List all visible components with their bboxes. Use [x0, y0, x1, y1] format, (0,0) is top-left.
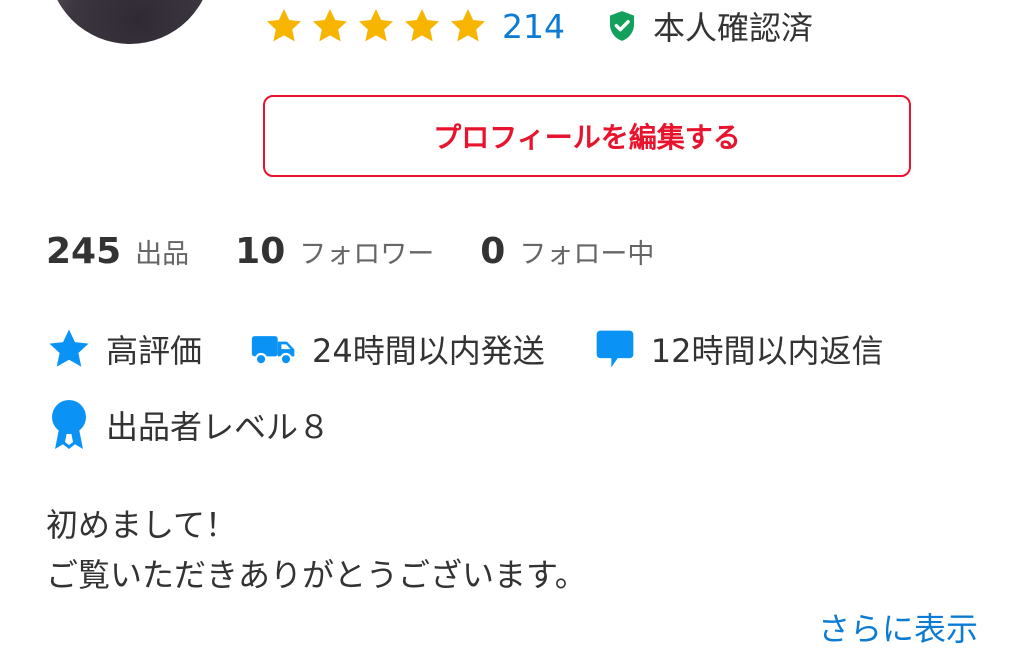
- profile-stats: 245 出品 10 フォロワー 0 フォロー中: [46, 226, 700, 276]
- verified-badge: 本人確認済: [605, 3, 813, 49]
- edit-profile-button[interactable]: プロフィールを編集する: [263, 95, 911, 177]
- badge-label: 出品者レベル８: [106, 408, 331, 446]
- chat-bubble-icon: [593, 327, 637, 371]
- badge-fast-reply: 12時間以内返信: [593, 326, 884, 372]
- rating-row: 214 本人確認済: [264, 4, 813, 48]
- badge-fast-shipping: 24時間以内発送: [250, 326, 545, 372]
- verified-label: 本人確認済: [653, 9, 814, 47]
- shield-check-icon: [605, 9, 639, 43]
- stat-label: フォロワー: [299, 238, 435, 270]
- star-icon: [264, 6, 304, 46]
- stat-label: 出品: [135, 238, 190, 270]
- stat-followers[interactable]: 10 フォロワー: [235, 231, 434, 272]
- star-icon: [46, 326, 92, 372]
- star-icon: [448, 6, 488, 46]
- stat-label: フォロー中: [519, 238, 655, 270]
- star-icon: [402, 6, 442, 46]
- stat-following[interactable]: 0 フォロー中: [480, 231, 654, 272]
- badge-high-rating: 高評価: [46, 326, 202, 372]
- badge-label: 24時間以内発送: [312, 332, 545, 370]
- profile-bio: 初めまして！ ご覧いただきありがとうございます。: [46, 500, 587, 600]
- truck-icon: [250, 330, 298, 368]
- stat-number: 245: [46, 230, 122, 272]
- badge-label: 12時間以内返信: [650, 332, 884, 370]
- show-more-link[interactable]: さらに表示: [818, 604, 978, 650]
- badge-label: 高評価: [106, 332, 203, 370]
- badge-seller-level: 出品者レベル８: [46, 399, 330, 451]
- stat-number: 0: [480, 230, 506, 272]
- star-icon: [356, 6, 396, 46]
- medal-icon: [46, 399, 92, 451]
- stat-number: 10: [235, 230, 286, 272]
- bio-line: 初めまして！: [46, 506, 238, 544]
- avatar[interactable]: [48, 0, 212, 44]
- star-icon: [310, 6, 350, 46]
- rating-count-link[interactable]: 214: [502, 7, 565, 46]
- stat-listings[interactable]: 245 出品: [46, 231, 189, 272]
- bio-line: ご覧いただきありがとうございます。: [46, 556, 587, 594]
- seller-badges: 高評価 24時間以内発送 12時間以内返信 出品者レベル８: [46, 322, 1006, 452]
- rating-stars: [264, 6, 488, 46]
